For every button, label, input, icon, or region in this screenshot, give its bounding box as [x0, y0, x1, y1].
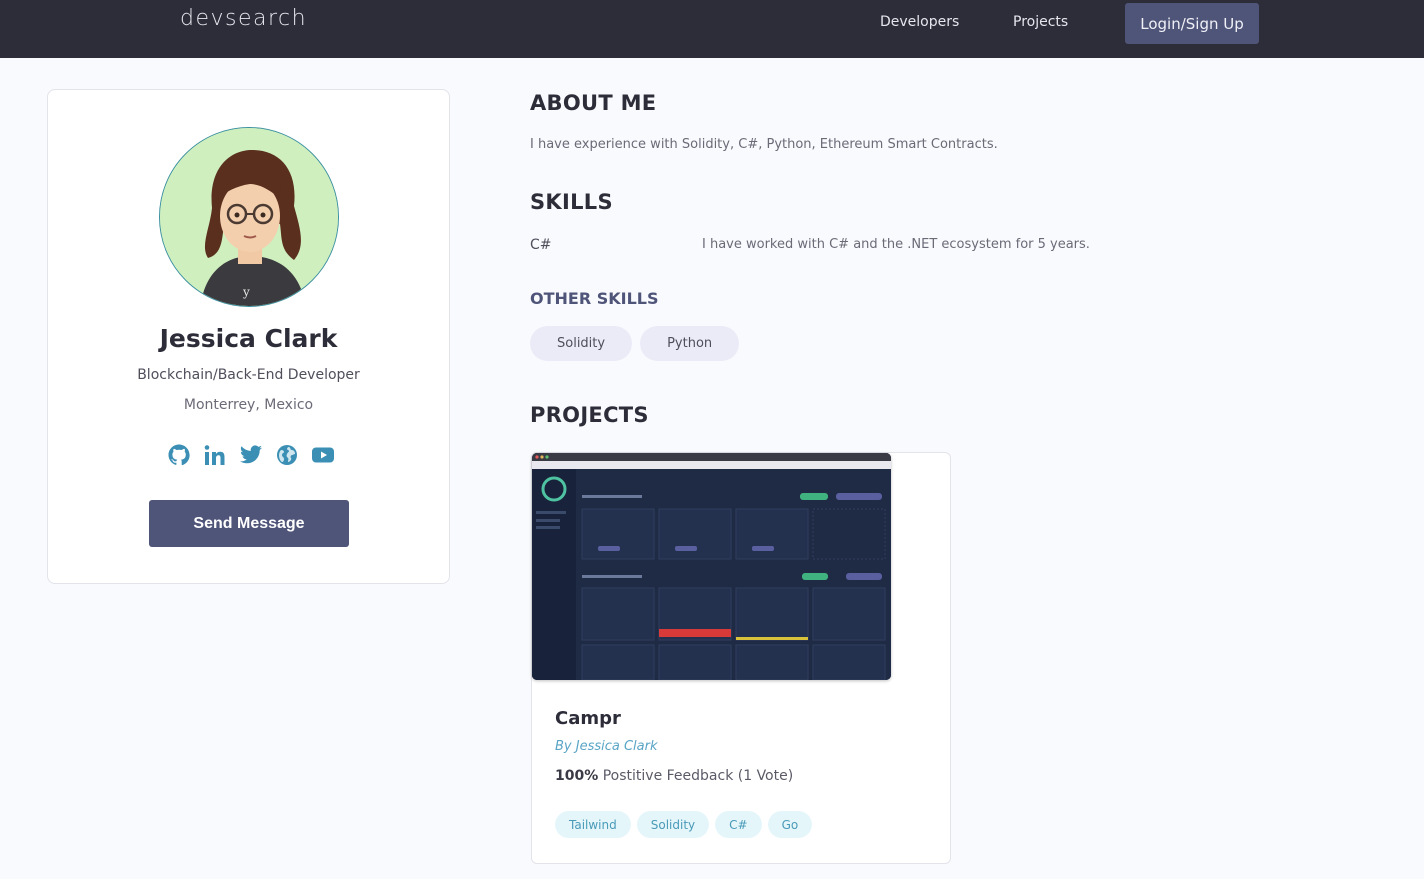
nav-projects-link[interactable]: Projects: [1013, 14, 1068, 30]
profile-card: y Jessica Clark Blockchain/Back-End Deve…: [47, 89, 450, 584]
send-message-button[interactable]: Send Message: [149, 500, 349, 547]
about-heading: ABOUT ME: [530, 91, 657, 115]
other-skills-list: Solidity Python: [530, 326, 740, 361]
project-tag: Go: [767, 811, 813, 838]
project-tag: Tailwind: [555, 811, 631, 838]
feedback-percent: 100%: [555, 768, 599, 784]
project-author[interactable]: By Jessica Clark: [555, 739, 658, 754]
project-card[interactable]: Campr By Jessica Clark 100% Postitive Fe…: [531, 452, 951, 864]
navbar: devsearch Developers Projects Login/Sign…: [0, 0, 1424, 58]
project-tag: Solidity: [636, 811, 710, 838]
logo[interactable]: devsearch: [180, 6, 307, 31]
projects-heading: PROJECTS: [530, 403, 649, 427]
skill-chip: Solidity: [530, 326, 633, 361]
project-title[interactable]: Campr: [555, 708, 621, 729]
profile-name: Jessica Clark: [159, 324, 338, 353]
skill-chip: Python: [640, 326, 740, 361]
other-skills-heading: OTHER SKILLS: [530, 289, 659, 308]
project-tag: C#: [715, 811, 762, 838]
profile-location: Monterrey, Mexico: [183, 397, 314, 413]
github-icon[interactable]: [166, 442, 192, 468]
skill-name: C#: [530, 237, 552, 253]
svg-text:y: y: [242, 285, 250, 299]
avatar-illustration: y: [160, 128, 338, 306]
globe-icon[interactable]: [274, 442, 300, 468]
social-links: [166, 442, 336, 468]
login-signup-button[interactable]: Login/Sign Up: [1125, 3, 1259, 44]
project-tags: Tailwind Solidity C# Go: [555, 811, 813, 838]
avatar: y: [159, 127, 339, 307]
skills-heading: SKILLS: [530, 190, 613, 214]
project-thumbnail[interactable]: [532, 453, 891, 680]
youtube-icon[interactable]: [310, 442, 336, 468]
about-text: I have experience with Solidity, C#, Pyt…: [530, 137, 998, 152]
nav-developers-link[interactable]: Developers: [880, 14, 959, 30]
skill-description: I have worked with C# and the .NET ecosy…: [702, 237, 1090, 252]
project-feedback: 100% Postitive Feedback (1 Vote): [555, 768, 793, 784]
linkedin-icon[interactable]: [202, 442, 228, 468]
feedback-text: Postitive Feedback (1 Vote): [602, 768, 794, 784]
profile-title: Blockchain/Back-End Developer: [137, 367, 360, 383]
twitter-icon[interactable]: [238, 442, 264, 468]
dashboard-screenshot: [532, 453, 891, 680]
